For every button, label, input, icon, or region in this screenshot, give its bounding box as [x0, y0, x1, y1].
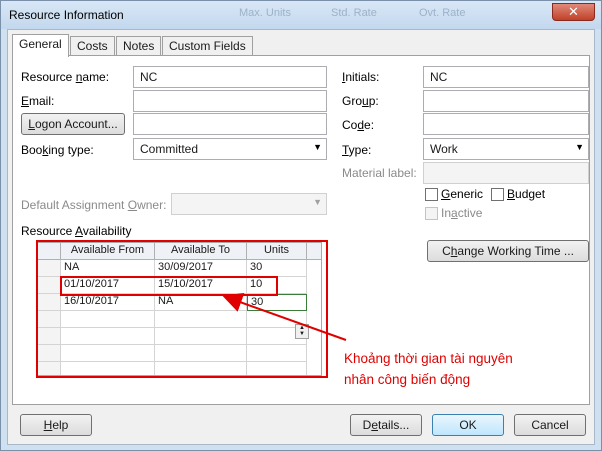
default-owner-label: Default Assignment Owner:: [21, 198, 167, 212]
chevron-down-icon: ▼: [313, 197, 322, 207]
table-cell[interactable]: NA: [61, 260, 155, 277]
window-title: Resource Information: [9, 8, 124, 22]
row-header[interactable]: [37, 311, 61, 328]
row-header[interactable]: [37, 277, 61, 294]
initials-field[interactable]: NC: [423, 66, 589, 88]
annotation-arrow: [222, 292, 347, 341]
default-owner-select: ▼: [171, 193, 327, 215]
logon-account-button[interactable]: Logon Account...: [21, 113, 125, 135]
budget-checkbox[interactable]: [491, 188, 504, 201]
table-cell[interactable]: 30/09/2017: [155, 260, 247, 277]
tab-costs[interactable]: Costs: [70, 36, 115, 56]
table-cell[interactable]: [155, 362, 247, 375]
logon-account-field[interactable]: [133, 113, 327, 135]
table-cell[interactable]: [247, 362, 307, 375]
inactive-checkbox: [425, 207, 438, 220]
tab-custom-fields[interactable]: Custom Fields: [162, 36, 253, 56]
background-column-label: Ovt. Rate: [419, 7, 466, 19]
resource-availability-label: Resource Availability: [21, 224, 132, 238]
row-header[interactable]: [37, 260, 61, 277]
table-cell[interactable]: 16/10/2017: [61, 294, 155, 311]
table-cell[interactable]: [61, 328, 155, 345]
table-cell[interactable]: [61, 345, 155, 362]
cancel-button[interactable]: Cancel: [514, 414, 586, 436]
close-icon[interactable]: ✕: [552, 3, 595, 21]
code-field[interactable]: [423, 113, 589, 135]
annotation-text: Khoảng thời gian tài nguyên nhân công bi…: [344, 351, 513, 387]
type-label: Type:: [342, 143, 372, 157]
column-header[interactable]: Units: [247, 243, 307, 260]
help-button[interactable]: Help: [20, 414, 92, 436]
budget-label: Budget: [507, 187, 546, 201]
resource-information-dialog: Max. Units Std. Rate Ovt. Rate Resource …: [0, 0, 602, 451]
resource-name-field[interactable]: NC: [133, 66, 327, 88]
row-header[interactable]: [37, 362, 61, 375]
code-label: Code:: [342, 118, 375, 132]
chevron-down-icon: ▼: [575, 142, 584, 152]
table-header-filler: [307, 243, 321, 260]
table-cell[interactable]: [61, 362, 155, 375]
background-column-label: Max. Units: [239, 7, 291, 19]
generic-checkbox[interactable]: [425, 188, 438, 201]
title-bar[interactable]: Max. Units Std. Rate Ovt. Rate Resource …: [1, 1, 601, 29]
ok-button[interactable]: OK: [432, 414, 504, 436]
chevron-down-icon: ▼: [313, 142, 322, 152]
column-header[interactable]: Available From: [61, 243, 155, 260]
column-header[interactable]: Available To: [155, 243, 247, 260]
dialog-client: General Costs Notes Custom Fields Resour…: [7, 29, 595, 445]
table-corner: [37, 243, 61, 260]
table-cell[interactable]: 01/10/2017: [61, 277, 155, 294]
tab-notes[interactable]: Notes: [116, 36, 162, 56]
initials-label: Initials:: [342, 70, 380, 84]
material-label-field: [423, 162, 589, 184]
inactive-label: Inactive: [441, 206, 483, 220]
email-label: Email:: [21, 94, 55, 108]
resource-name-label: Resource name:: [21, 70, 110, 84]
booking-type-value: Committed: [140, 142, 199, 156]
material-label-label: Material label:: [342, 166, 417, 180]
group-field[interactable]: [423, 90, 589, 112]
tab-general[interactable]: General: [12, 34, 69, 57]
table-cell[interactable]: [61, 311, 155, 328]
background-column-label: Std. Rate: [331, 7, 377, 19]
type-select[interactable]: Work ▼: [423, 138, 589, 160]
change-working-time-button[interactable]: Change Working Time ...: [427, 240, 589, 262]
details-button[interactable]: Details...: [350, 414, 422, 436]
booking-type-select[interactable]: Committed ▼: [133, 138, 327, 160]
email-field[interactable]: [133, 90, 327, 112]
type-value: Work: [430, 142, 458, 156]
booking-type-label: Booking type:: [21, 143, 94, 157]
row-header[interactable]: [37, 345, 61, 362]
group-label: Group:: [342, 94, 379, 108]
row-header[interactable]: [37, 294, 61, 311]
row-header[interactable]: [37, 328, 61, 345]
table-cell[interactable]: 30: [247, 260, 307, 277]
generic-label: Generic: [441, 187, 484, 201]
